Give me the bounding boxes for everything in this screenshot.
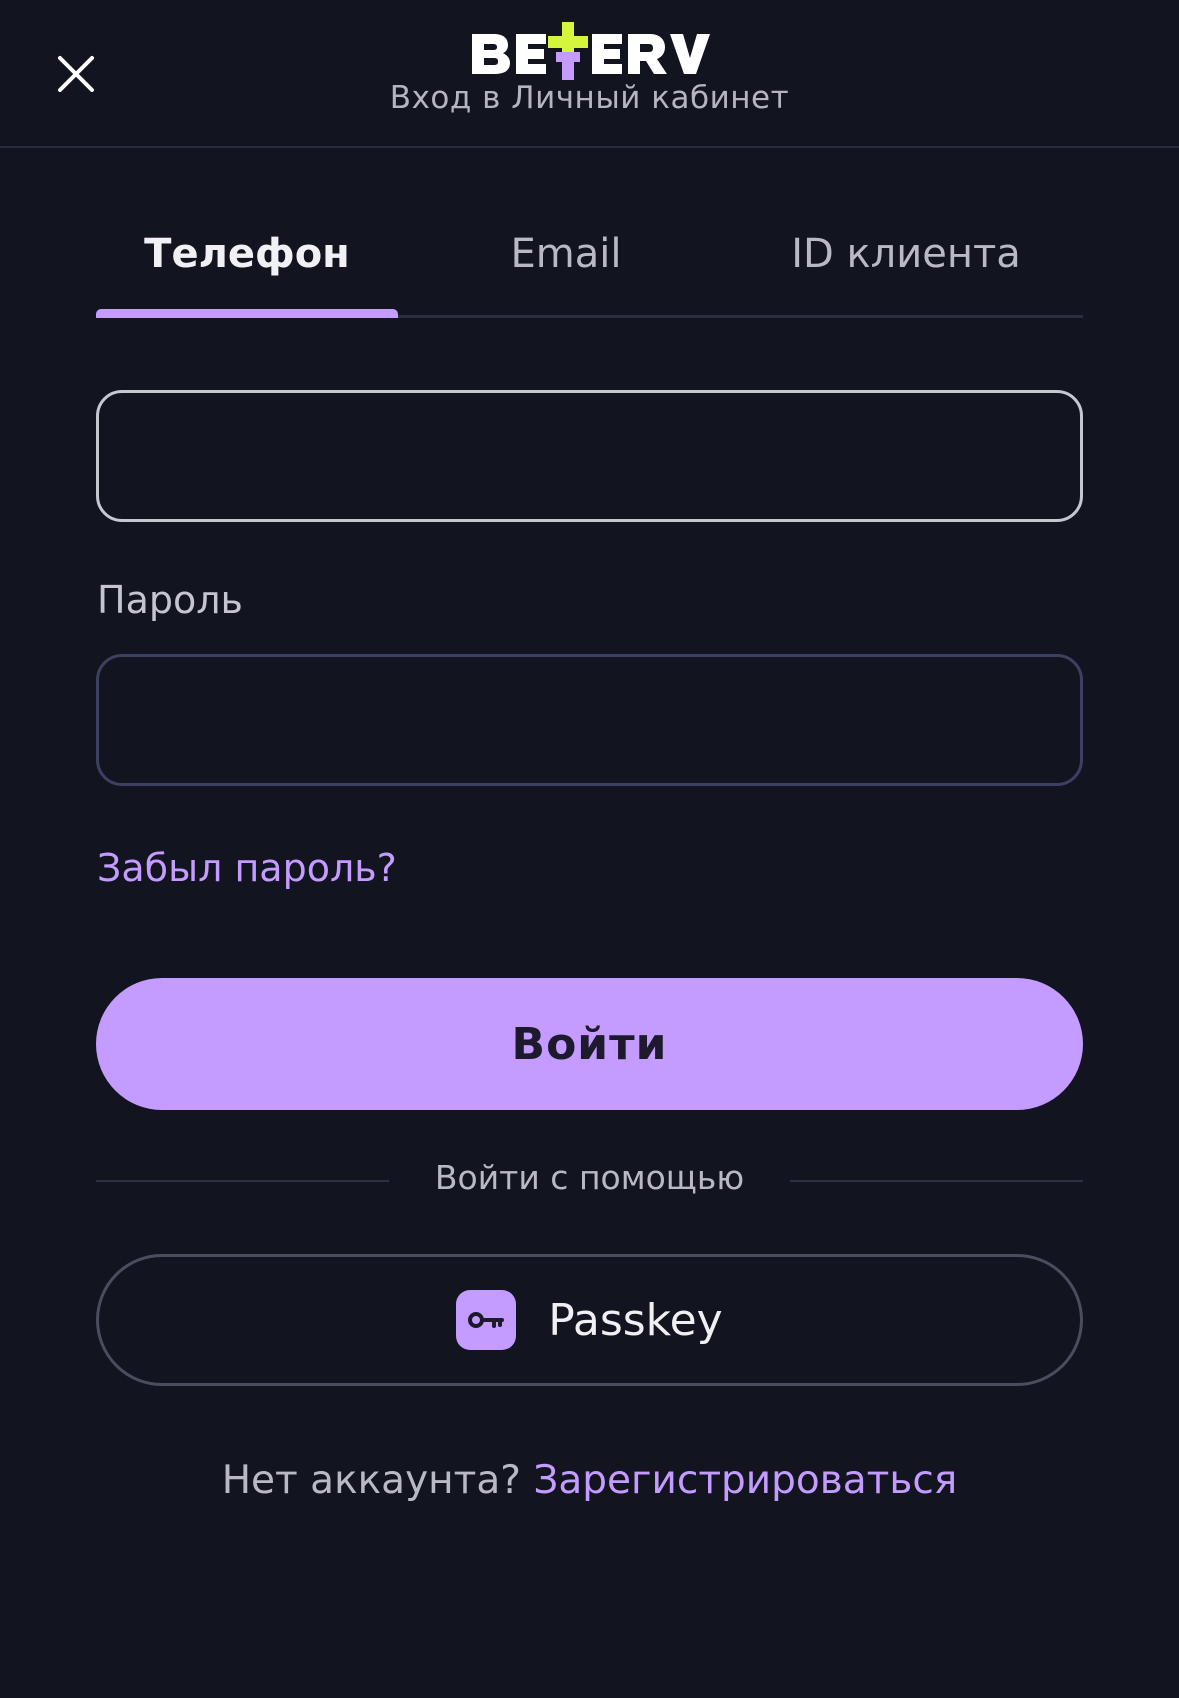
login-screen: Вход в Личный кабинет Телефон Email ID к… — [0, 0, 1179, 1698]
password-label: Пароль — [97, 578, 243, 622]
divider-text: Войти с помощью — [434, 1158, 745, 1197]
tab-email[interactable]: Email — [416, 224, 716, 284]
passkey-label: Passkey — [548, 1294, 723, 1346]
no-account-text: Нет аккаунта? — [221, 1458, 521, 1503]
brand-logo — [0, 18, 1179, 84]
login-method-tabs: Телефон Email ID клиента — [96, 210, 1083, 318]
login-button[interactable]: Войти — [96, 978, 1083, 1110]
header-subtitle: Вход в Личный кабинет — [389, 80, 790, 116]
password-input[interactable] — [96, 654, 1083, 786]
tab-client-id[interactable]: ID клиента — [756, 224, 1056, 284]
forgot-password-link[interactable]: Забыл пароль? — [97, 846, 397, 890]
header: Вход в Личный кабинет — [0, 0, 1179, 148]
active-tab-indicator — [96, 309, 398, 318]
register-prompt: Нет аккаунта? Зарегистрироваться — [0, 1458, 1179, 1503]
tab-phone[interactable]: Телефон — [96, 224, 398, 284]
key-icon — [456, 1290, 517, 1350]
alt-login-divider: Войти с помощью — [96, 1156, 1083, 1204]
passkey-button[interactable]: Passkey — [96, 1254, 1083, 1386]
register-link[interactable]: Зарегистрироваться — [533, 1458, 957, 1503]
phone-input[interactable] — [96, 390, 1083, 522]
divider-line-right — [790, 1180, 1083, 1182]
